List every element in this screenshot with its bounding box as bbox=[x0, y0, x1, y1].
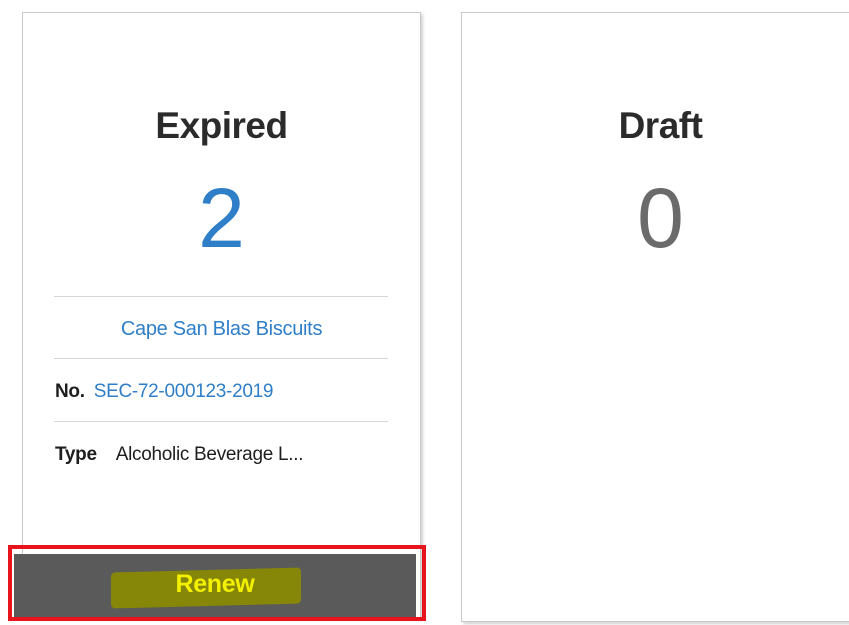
draft-card-title: Draft bbox=[618, 105, 703, 146]
expired-card-title: Expired bbox=[155, 105, 288, 146]
license-type-row: Type Alcoholic Beverage L... bbox=[55, 444, 303, 466]
divider bbox=[54, 296, 388, 297]
annotation-highlight-frame bbox=[8, 545, 426, 621]
license-number-row: No. SEC-72-000123-2019 bbox=[55, 381, 273, 403]
license-type-label: Type bbox=[55, 444, 97, 465]
divider bbox=[54, 421, 388, 422]
license-type-value: Alcoholic Beverage L... bbox=[115, 444, 304, 465]
draft-count[interactable]: 0 bbox=[462, 173, 849, 263]
license-number-label: No. bbox=[55, 381, 85, 402]
expired-count[interactable]: 2 bbox=[23, 173, 420, 263]
expired-card: Expired 2 Cape San Blas Biscuits No. SEC… bbox=[22, 12, 421, 618]
draft-card: Draft 0 bbox=[461, 12, 849, 622]
business-name-link[interactable]: Cape San Blas Biscuits bbox=[23, 318, 420, 341]
license-summary-panel: Expired 2 Cape San Blas Biscuits No. SEC… bbox=[0, 0, 849, 625]
divider bbox=[54, 358, 388, 359]
license-number-link[interactable]: SEC-72-000123-2019 bbox=[94, 381, 274, 402]
